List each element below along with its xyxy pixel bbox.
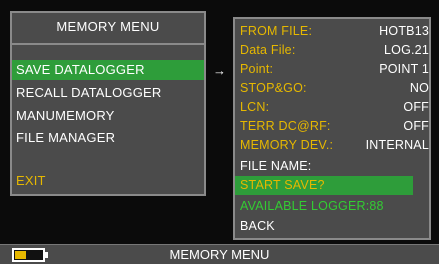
param-row-from-file[interactable]: FROM FILE: HOTB13: [235, 22, 429, 41]
back-label: BACK: [240, 219, 275, 233]
param-label: Data File:: [240, 43, 296, 57]
param-value: OFF: [403, 100, 429, 114]
param-value: HOTB13: [379, 24, 429, 38]
param-value: OFF: [403, 119, 429, 133]
battery-icon: [12, 248, 45, 262]
battery-tip: [45, 252, 48, 258]
file-name-label: FILE NAME:: [240, 159, 312, 173]
param-label: Point:: [240, 62, 274, 76]
available-logger-label: AVAILABLE LOGGER:88: [240, 199, 384, 213]
start-save-label: START SAVE?: [240, 178, 325, 192]
status-bar-title: MEMORY MENU: [169, 247, 270, 262]
battery-level-fill: [15, 251, 26, 259]
start-save-button[interactable]: START SAVE?: [235, 176, 413, 195]
param-row-data-file[interactable]: Data File: LOG.21: [235, 41, 429, 60]
right-arrow-icon: →: [213, 63, 226, 78]
param-label: MEMORY DEV.:: [240, 138, 334, 152]
menu-item-manumemory[interactable]: MANUMEMORY: [16, 106, 202, 126]
param-value: INTERNAL: [365, 138, 429, 152]
back-button[interactable]: BACK: [235, 217, 429, 236]
param-label: FROM FILE:: [240, 24, 313, 38]
menu-item-save-datalogger[interactable]: SAVE DATALOGGER: [12, 60, 204, 80]
menu-item-file-manager[interactable]: FILE MANAGER: [16, 128, 202, 148]
param-row-memory-dev[interactable]: MEMORY DEV.: INTERNAL: [235, 136, 429, 155]
available-logger-row: AVAILABLE LOGGER:88: [235, 197, 429, 216]
param-label: LCN:: [240, 100, 270, 114]
param-row-terr-dc-rf[interactable]: TERR DC@RF: OFF: [235, 117, 429, 136]
param-row-point[interactable]: Point: POINT 1: [235, 60, 429, 79]
param-value: LOG.21: [384, 43, 429, 57]
memory-menu-title: MEMORY MENU: [12, 13, 204, 45]
param-value: NO: [409, 81, 429, 95]
param-label: TERR DC@RF:: [240, 119, 331, 133]
save-datalogger-panel: FROM FILE: HOTB13 Data File: LOG.21 Poin…: [233, 17, 431, 240]
memory-menu-panel: MEMORY MENU SAVE DATALOGGER RECALL DATAL…: [10, 11, 206, 196]
menu-item-exit[interactable]: EXIT: [16, 171, 202, 191]
param-row-stop-go[interactable]: STOP&GO: NO: [235, 79, 429, 98]
file-name-row[interactable]: FILE NAME:: [235, 157, 429, 176]
param-label: STOP&GO:: [240, 81, 307, 95]
menu-item-recall-datalogger[interactable]: RECALL DATALOGGER: [16, 83, 202, 103]
device-screen: MEMORY MENU SAVE DATALOGGER RECALL DATAL…: [0, 0, 439, 264]
param-value: POINT 1: [379, 62, 429, 76]
status-bar: MEMORY MENU: [0, 244, 439, 264]
param-row-lcn[interactable]: LCN: OFF: [235, 98, 429, 117]
